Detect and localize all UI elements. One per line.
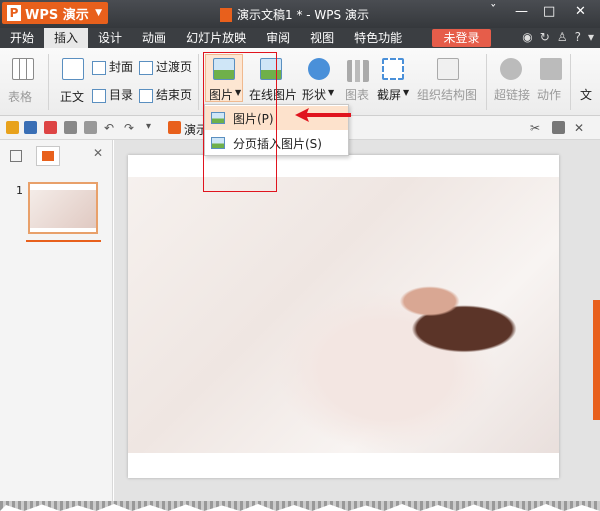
- slide-number: 1: [16, 184, 23, 197]
- toc-button[interactable]: 目录: [92, 86, 133, 103]
- body-text-icon: [62, 58, 84, 80]
- chevron-down-icon: ▼: [95, 8, 102, 18]
- transition-page-icon: [139, 60, 153, 75]
- slides-view-tab[interactable]: [36, 146, 60, 166]
- app-name: WPS 演示: [25, 7, 89, 23]
- wps-logo-icon: P: [7, 5, 21, 21]
- minimize-button[interactable]: —: [515, 4, 528, 19]
- login-button[interactable]: 未登录: [432, 29, 491, 47]
- chevron-down-icon[interactable]: ▾: [588, 30, 594, 44]
- document-title-text: 演示文稿1 * - WPS 演示: [237, 8, 369, 22]
- outline-view-icon[interactable]: [10, 150, 22, 162]
- close-doc-icon[interactable]: ✕: [574, 121, 587, 135]
- tab-slideshow[interactable]: 幻灯片放映: [176, 28, 256, 48]
- redo-icon[interactable]: ↷: [124, 121, 137, 135]
- tab-insert[interactable]: 插入: [44, 28, 89, 48]
- screenshot-icon: [382, 58, 404, 80]
- transition-page-label: 过渡页: [156, 60, 193, 74]
- divider: [486, 54, 487, 110]
- chart-icon: [347, 60, 369, 82]
- table-icon: [12, 58, 34, 80]
- print-icon[interactable]: [64, 121, 77, 134]
- ribbon-collapse-button[interactable]: ˇ: [490, 4, 497, 19]
- tab-review[interactable]: 审阅: [256, 28, 300, 48]
- document-tab-icon: [168, 121, 181, 134]
- sync-icon[interactable]: ↻: [540, 30, 550, 44]
- tab-design[interactable]: 设计: [88, 28, 132, 48]
- restore-icon[interactable]: [552, 121, 565, 134]
- title-bar: P WPS 演示 ▼ 演示文稿1 * - WPS 演示 ˇ — □ ✕: [0, 0, 600, 28]
- chevron-down-icon: ▼: [403, 88, 410, 97]
- end-page-label: 结束页: [156, 88, 193, 102]
- annotation-arrow-icon: [295, 108, 351, 122]
- action-button[interactable]: 动作: [537, 86, 561, 103]
- torn-edge: [0, 501, 600, 511]
- slides-view-icon: [42, 151, 54, 161]
- save-icon[interactable]: [24, 121, 37, 134]
- transition-page-button[interactable]: 过渡页: [139, 58, 192, 75]
- maximize-button[interactable]: □: [543, 4, 555, 19]
- annotation-highlight-box: [203, 52, 277, 192]
- open-icon[interactable]: [6, 121, 19, 134]
- cover-icon: [92, 60, 106, 75]
- skin-icon[interactable]: ◉: [522, 30, 532, 44]
- shapes-button[interactable]: 形状: [302, 86, 326, 103]
- chevron-down-icon: ▼: [328, 88, 335, 97]
- vertical-scrollbar[interactable]: [593, 300, 600, 420]
- export-pdf-icon[interactable]: [44, 121, 57, 134]
- body-text-button[interactable]: 正文: [60, 88, 84, 105]
- shapes-icon: [308, 58, 330, 80]
- screenshot-button[interactable]: 截屏: [377, 86, 401, 103]
- app-menu-button[interactable]: P WPS 演示 ▼: [2, 2, 108, 24]
- table-button[interactable]: 表格: [8, 88, 32, 105]
- thumbnail-image: [30, 190, 96, 228]
- chart-button[interactable]: 图表: [345, 86, 369, 103]
- print-preview-icon[interactable]: [84, 121, 97, 134]
- end-page-icon: [139, 88, 153, 103]
- tab-view[interactable]: 视图: [300, 28, 344, 48]
- tab-home[interactable]: 开始: [0, 28, 44, 48]
- menu-bar: 开始 插入 设计 动画 幻灯片放映 审阅 视图 特色功能 未登录 ◉ ↻ ♙ ?…: [0, 28, 600, 48]
- hyperlink-icon: [500, 58, 522, 80]
- tab-features[interactable]: 特色功能: [344, 28, 412, 48]
- document-icon: [220, 7, 232, 22]
- org-chart-button[interactable]: 组织结构图: [417, 86, 477, 103]
- cover-label: 封面: [109, 60, 134, 74]
- hyperlink-button[interactable]: 超链接: [494, 86, 530, 103]
- end-page-button[interactable]: 结束页: [139, 86, 192, 103]
- cover-button[interactable]: 封面: [92, 58, 133, 75]
- org-chart-icon: [437, 58, 459, 80]
- insertion-marker: [26, 240, 101, 242]
- tab-animation[interactable]: 动画: [132, 28, 176, 48]
- shirt-icon[interactable]: ♙: [557, 30, 568, 44]
- toc-label: 目录: [109, 88, 134, 102]
- action-icon: [540, 58, 562, 80]
- close-button[interactable]: ✕: [575, 4, 586, 19]
- menu-right-icons: ◉ ↻ ♙ ? ▾: [522, 30, 594, 44]
- undo-icon[interactable]: ↶: [104, 121, 117, 135]
- divider: [48, 54, 49, 110]
- help-icon[interactable]: ?: [575, 30, 581, 44]
- pin-icon[interactable]: ✂: [530, 121, 543, 135]
- inserted-picture[interactable]: [128, 177, 559, 453]
- slide-thumbnail[interactable]: [28, 182, 98, 234]
- current-slide[interactable]: [128, 155, 559, 478]
- text-button[interactable]: 文: [580, 86, 592, 103]
- customize-qat-icon[interactable]: ▾: [146, 121, 159, 134]
- toc-icon: [92, 88, 106, 103]
- divider: [570, 54, 571, 110]
- slide-editor: [114, 140, 600, 501]
- divider: [198, 54, 199, 110]
- slides-panel: ✕ 1: [0, 140, 113, 501]
- close-panel-button[interactable]: ✕: [93, 146, 103, 160]
- document-title: 演示文稿1 * - WPS 演示: [220, 6, 369, 23]
